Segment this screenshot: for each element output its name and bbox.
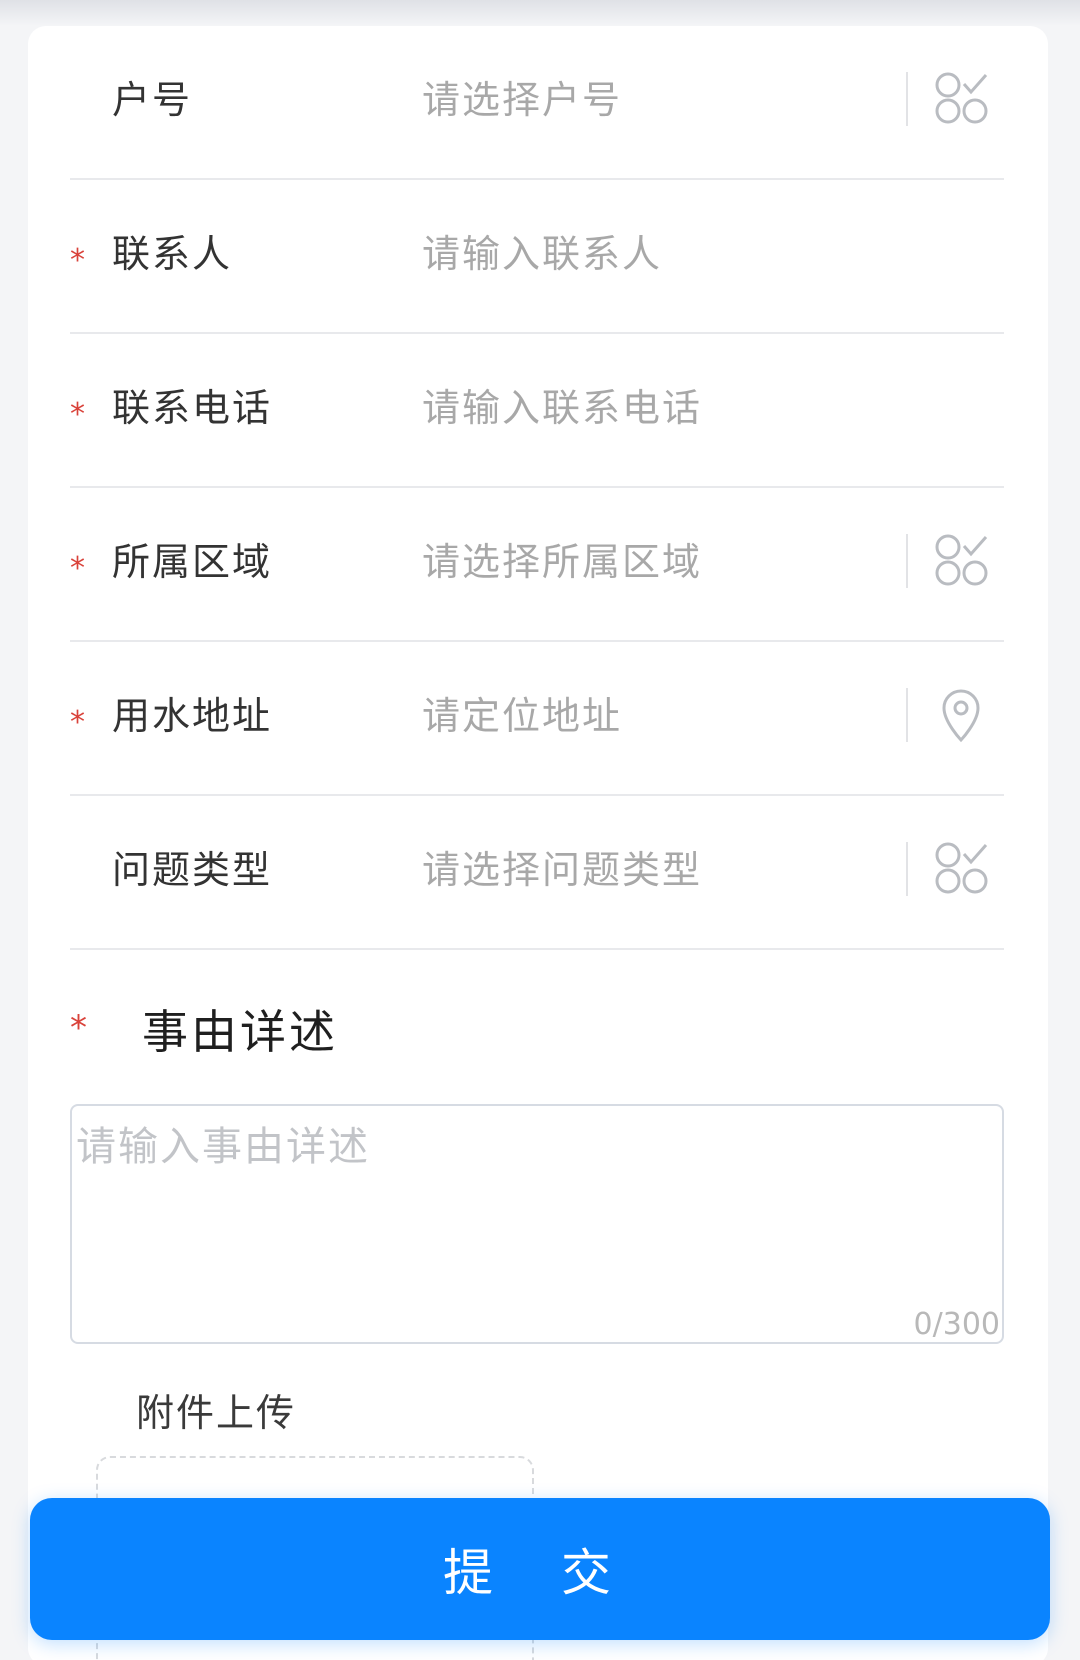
required-mark: * — [70, 243, 85, 278]
divider — [906, 72, 908, 126]
field-label: 所属区域 — [112, 540, 273, 584]
issue-type-select-input[interactable] — [422, 840, 842, 900]
divider — [906, 688, 908, 742]
field-label: 联系人 — [112, 232, 233, 276]
field-label: 用水地址 — [112, 694, 273, 738]
select-list-icon[interactable] — [928, 836, 994, 902]
phone-input[interactable] — [422, 378, 842, 438]
submit-button[interactable]: 提 交 — [30, 1498, 1050, 1640]
field-label: 问题类型 — [112, 848, 273, 892]
upload-label: 附件上传 — [136, 1391, 297, 1435]
form-row-phone[interactable]: * 联系电话 — [70, 334, 1004, 488]
contact-input[interactable] — [422, 224, 842, 284]
char-counter: 0/300 — [913, 1307, 1000, 1342]
detail-textarea-box[interactable]: 0/300 — [70, 1104, 1004, 1344]
form-row-region[interactable]: * 所属区域 — [70, 488, 1004, 642]
account-select-input[interactable] — [422, 70, 842, 130]
required-mark: * — [70, 551, 85, 586]
form-row-issue-type[interactable]: 问题类型 — [70, 796, 1004, 950]
detail-label: 事由详述 — [142, 1005, 338, 1059]
field-label: 户号 — [112, 78, 193, 122]
region-select-input[interactable] — [422, 532, 842, 592]
required-mark: * — [70, 397, 85, 432]
top-shadow — [0, 0, 1080, 26]
address-input[interactable] — [422, 686, 842, 746]
select-list-icon[interactable] — [928, 66, 994, 132]
divider — [906, 534, 908, 588]
form-row-account[interactable]: 户号 — [70, 26, 1004, 180]
required-mark: * — [70, 1008, 87, 1048]
form-row-address[interactable]: * 用水地址 — [70, 642, 1004, 796]
select-list-icon[interactable] — [928, 528, 994, 594]
divider — [906, 842, 908, 896]
required-mark: * — [70, 705, 85, 740]
detail-textarea[interactable] — [72, 1106, 1002, 1342]
location-pin-icon[interactable] — [928, 682, 994, 748]
form-row-contact[interactable]: * 联系人 — [70, 180, 1004, 334]
field-label: 联系电话 — [112, 386, 273, 430]
